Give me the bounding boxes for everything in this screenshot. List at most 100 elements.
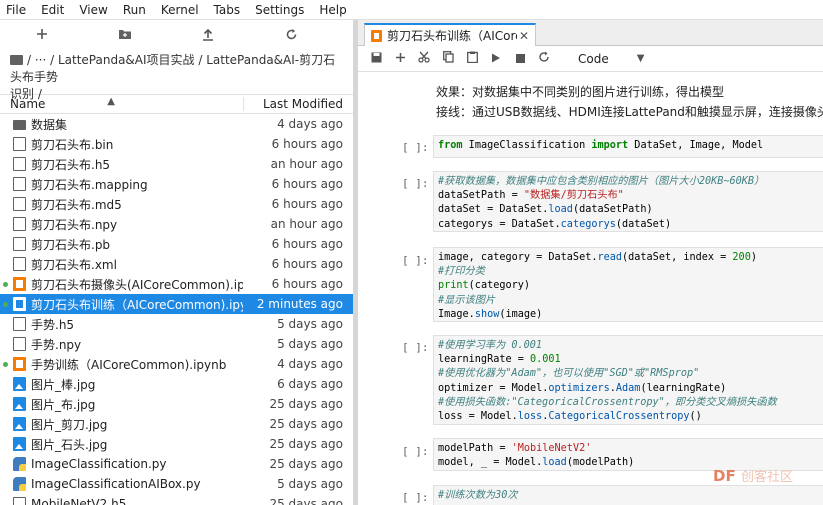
file-row[interactable]: 手势.npy 5 days ago	[0, 334, 353, 354]
file-row[interactable]: 剪刀石头布.bin 6 hours ago	[0, 134, 353, 154]
file-row[interactable]: 图片_布.jpg 25 days ago	[0, 394, 353, 414]
chevron-down-icon[interactable]: ▼	[637, 53, 645, 64]
notebook-panel: 剪刀石头布训练（AICoreCo ✕ Code ▼ 效	[358, 20, 823, 505]
file-icon	[13, 317, 26, 331]
running-indicator	[3, 282, 8, 287]
file-name: 手势.h5	[31, 317, 75, 332]
code-cell-show-image[interactable]: image, category = DataSet.read(dataSet, …	[433, 247, 823, 322]
markdown-line-effect: 效果：对数据集中不同类别的图片进行训练，得出模型	[436, 85, 725, 99]
insert-cell-button[interactable]	[388, 52, 412, 66]
file-modified: 6 hours ago	[271, 237, 343, 251]
file-name: 剪刀石头布.h5	[31, 157, 111, 172]
file-row[interactable]: 手势训练（AICoreCommon).ipynb 4 days ago	[0, 354, 353, 374]
play-icon	[492, 53, 500, 62]
file-name: 数据集	[31, 117, 68, 132]
new-folder-button[interactable]	[113, 24, 137, 44]
menu-item-view[interactable]: View	[79, 3, 107, 17]
copy-button[interactable]	[436, 51, 460, 66]
file-row[interactable]: 图片_石头.jpg 25 days ago	[0, 434, 353, 454]
file-row[interactable]: 剪刀石头布.mapping 6 hours ago	[0, 174, 353, 194]
file-list-header: Name ▲ Last Modified	[0, 94, 353, 114]
file-modified: 25 days ago	[269, 457, 343, 471]
plus-icon	[395, 52, 405, 62]
file-modified: an hour ago	[270, 157, 343, 171]
file-name: 图片_石头.jpg	[31, 437, 108, 452]
notebook-icon	[13, 297, 26, 311]
breadcrumb-path[interactable]: / ··· / LattePanda&AI项目实战 / LattePanda&A…	[10, 53, 335, 84]
file-icon	[13, 157, 26, 171]
cell-prompt: [ ]:	[402, 254, 429, 267]
file-row[interactable]: 图片_棒.jpg 6 days ago	[0, 374, 353, 394]
save-button[interactable]	[364, 52, 388, 66]
file-row[interactable]: 数据集 4 days ago	[0, 114, 353, 134]
menu-item-edit[interactable]: Edit	[41, 3, 64, 17]
file-row[interactable]: 剪刀石头布.xml 6 hours ago	[0, 254, 353, 274]
run-button[interactable]	[484, 52, 508, 66]
file-modified: 25 days ago	[269, 497, 343, 505]
file-name: MobileNetV2.h5	[31, 497, 127, 505]
cell-type-select[interactable]: Code	[578, 52, 609, 66]
file-row[interactable]: 手势.h5 5 days ago	[0, 314, 353, 334]
cell-prompt: [ ]:	[402, 177, 429, 190]
file-modified: 5 days ago	[277, 317, 343, 331]
file-row[interactable]: ImageClassification.py 25 days ago	[0, 454, 353, 474]
file-modified: 6 hours ago	[271, 137, 343, 151]
cell-prompt: [ ]:	[402, 491, 429, 504]
home-folder-icon[interactable]	[10, 55, 23, 65]
last-modified-column-header[interactable]: Last Modified	[243, 97, 353, 111]
file-row[interactable]: 剪刀石头布.h5 an hour ago	[0, 154, 353, 174]
file-name: 手势训练（AICoreCommon).ipynb	[31, 357, 227, 372]
code-cell-optimizer[interactable]: #使用学习率为 0.001 learningRate = 0.001 #使用优化…	[433, 335, 823, 425]
file-icon	[13, 217, 26, 231]
close-icon[interactable]: ✕	[517, 29, 531, 43]
paste-button[interactable]	[460, 51, 484, 66]
menu-item-settings[interactable]: Settings	[255, 3, 304, 17]
menu-item-run[interactable]: Run	[123, 3, 146, 17]
tab-bar: 剪刀石头布训练（AICoreCo ✕	[358, 20, 823, 46]
new-launcher-button[interactable]	[30, 24, 54, 44]
refresh-icon	[286, 28, 297, 39]
notebook-content: 效果：对数据集中不同类别的图片进行训练，得出模型 接线：通过USB数据线、HDM…	[358, 73, 823, 505]
file-icon	[13, 197, 26, 211]
name-header-label: Name	[10, 97, 46, 111]
tab-notebook[interactable]: 剪刀石头布训练（AICoreCo ✕	[364, 23, 536, 46]
file-row[interactable]: 剪刀石头布.md5 6 hours ago	[0, 194, 353, 214]
name-column-header[interactable]: Name ▲	[0, 96, 243, 111]
watermark-logo: DF 创客社区	[713, 466, 793, 485]
file-row[interactable]: 剪刀石头布.pb 6 hours ago	[0, 234, 353, 254]
menu-item-help[interactable]: Help	[319, 3, 346, 17]
file-row[interactable]: 剪刀石头布训练（AICoreCommon).ipynb 2 minutes ago	[0, 294, 353, 314]
file-name: ImageClassificationAIBox.py	[31, 477, 201, 491]
file-modified: 6 days ago	[277, 377, 343, 391]
cut-button[interactable]	[412, 51, 436, 66]
file-name: 剪刀石头布训练（AICoreCommon).ipynb	[31, 297, 243, 312]
menu-item-tabs[interactable]: Tabs	[214, 3, 241, 17]
file-modified: an hour ago	[270, 217, 343, 231]
menu-item-file[interactable]: File	[6, 3, 26, 17]
code-cell-dataset[interactable]: #获取数据集，数据集中应包含类别相应的图片（图片大小20KB~60KB） dat…	[433, 171, 823, 232]
file-icon	[13, 337, 26, 351]
python-icon	[13, 477, 26, 491]
file-icon	[13, 237, 26, 251]
code-cell-epochs[interactable]: #训练次数为30次	[433, 485, 823, 505]
stop-button[interactable]	[508, 52, 532, 66]
upload-icon	[203, 28, 214, 41]
code-cell-import[interactable]: from ImageClassification import DataSet,…	[433, 135, 823, 158]
file-row[interactable]: 图片_剪刀.jpg 25 days ago	[0, 414, 353, 434]
image-icon	[13, 437, 26, 451]
refresh-icon	[539, 51, 549, 62]
file-modified: 2 minutes ago	[256, 297, 343, 311]
file-row[interactable]: ImageClassificationAIBox.py 5 days ago	[0, 474, 353, 494]
upload-button[interactable]	[196, 24, 220, 44]
file-name: 图片_剪刀.jpg	[31, 417, 108, 432]
breadcrumb: / ··· / LattePanda&AI项目实战 / LattePanda&A…	[0, 48, 353, 101]
refresh-button[interactable]	[279, 24, 303, 44]
file-row[interactable]: 剪刀石头布.npy an hour ago	[0, 214, 353, 234]
file-row[interactable]: 剪刀石头布摄像头(AICoreCommon).ipynb 6 hours ago	[0, 274, 353, 294]
file-row[interactable]: MobileNetV2.h5 25 days ago	[0, 494, 353, 505]
image-icon	[13, 397, 26, 411]
file-icon	[13, 257, 26, 271]
image-icon	[13, 377, 26, 391]
menu-item-kernel[interactable]: Kernel	[161, 3, 199, 17]
restart-kernel-button[interactable]	[532, 51, 556, 66]
